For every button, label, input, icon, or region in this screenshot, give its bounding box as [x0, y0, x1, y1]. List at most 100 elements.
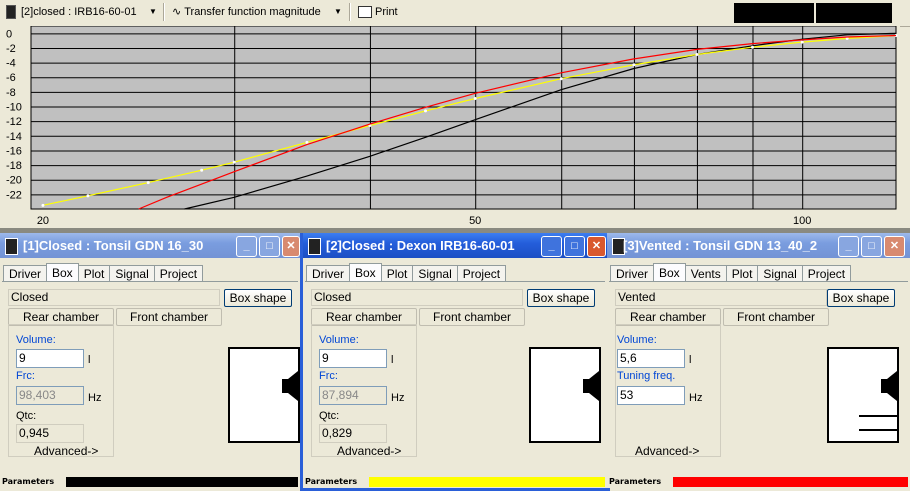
close-icon[interactable]: ✕	[884, 236, 905, 257]
graph-type-label: Transfer function magnitude	[184, 6, 321, 18]
series-point	[800, 40, 804, 44]
series-point	[41, 203, 45, 207]
volume-field[interactable]: 5,6	[617, 349, 685, 368]
transfer-function-chart[interactable]: 0 -2 -4 -6 -8 -10 -12 -14 -16 -18 -20 -22 20 50 100	[0, 26, 900, 228]
toolbar: [2]closed : IRB16-60-01 ▼ ∿ Transfer func…	[0, 0, 910, 27]
window-title: [3]Vented : Tonsil GDN 13_40_2	[623, 238, 818, 253]
curve-icon: ∿	[172, 6, 182, 18]
box-window-1[interactable]: [1]Closed : Tonsil GDN 16_30 _ □ ✕ Drive…	[0, 233, 300, 488]
box-panel: Closed Box shape Rear chamber Front cham…	[2, 281, 300, 474]
close-icon[interactable]: ✕	[282, 236, 300, 257]
frc-unit: Hz	[391, 392, 405, 404]
box-shape-preview	[228, 347, 300, 443]
vent-port-bottom	[859, 429, 897, 431]
printer-icon	[358, 6, 372, 19]
parameters-label: Parameters	[609, 477, 662, 486]
frc-unit: Hz	[88, 392, 102, 404]
graph-type-selector[interactable]: ∿ Transfer function magnitude	[172, 3, 321, 21]
box-panel: Closed Box shape Rear chamber Front cham…	[305, 281, 605, 474]
y-tick-label: -14	[6, 131, 22, 143]
advanced-link[interactable]: Advanced->	[337, 444, 401, 458]
speaker-cone-icon	[583, 371, 599, 401]
qtc-field: 0,829	[319, 424, 387, 443]
tuning-freq-field[interactable]: 53	[617, 386, 685, 405]
status-bar: Parameters	[303, 476, 607, 488]
status-bar: Parameters	[0, 476, 300, 488]
advanced-link[interactable]: Advanced->	[635, 444, 699, 458]
volume-unit: l	[689, 354, 692, 366]
minimize-icon[interactable]: _	[838, 236, 859, 257]
qtc-label: Qtc:	[319, 410, 340, 422]
window-titlebar[interactable]: [1]Closed : Tonsil GDN 16_30 _ □ ✕	[0, 233, 300, 258]
tab-strip: Driver Box Plot Signal Project	[3, 262, 204, 284]
box-window-3[interactable]: [3]Vented : Tonsil GDN 13_40_2 _ □ ✕ Dri…	[607, 233, 910, 488]
series-point	[750, 45, 754, 49]
series-point	[632, 63, 636, 67]
graph-type-dropdown-icon[interactable]: ▼	[332, 3, 344, 21]
toolbar-separator	[163, 3, 165, 21]
volume-label: Volume:	[16, 334, 56, 346]
box-type-display: Closed	[311, 289, 523, 306]
series-point	[423, 109, 427, 113]
minimize-icon[interactable]: _	[541, 236, 562, 257]
vented-box-icon	[859, 371, 897, 431]
volume-unit: l	[88, 354, 91, 366]
series-color-bar	[66, 477, 298, 487]
volume-field[interactable]: 9	[16, 349, 84, 368]
box-window-2[interactable]: [2]Closed : Dexon IRB16-60-01 _ □ ✕ Driv…	[300, 233, 610, 491]
plot-area	[30, 26, 897, 210]
series-point	[559, 77, 563, 81]
speaker-cone-icon	[282, 371, 298, 401]
box-panel: Vented Box shape Rear chamber Front cham…	[609, 281, 908, 474]
box-shape-preview	[529, 347, 601, 443]
box-shape-preview	[827, 347, 899, 443]
box-selector-dropdown-icon[interactable]: ▼	[147, 3, 159, 21]
speaker-icon	[308, 238, 321, 255]
readout-panel-left	[734, 3, 814, 23]
print-button[interactable]: Print	[358, 3, 398, 21]
y-tick-label: -20	[6, 175, 22, 187]
maximize-icon[interactable]: □	[861, 236, 882, 257]
y-tick-label: -10	[6, 102, 22, 114]
frc-field: 87,894	[319, 386, 387, 405]
maximize-icon[interactable]: □	[564, 236, 585, 257]
window-title: [1]Closed : Tonsil GDN 16_30	[23, 238, 204, 253]
maximize-icon[interactable]: □	[259, 236, 280, 257]
x-tick-label: 50	[469, 215, 481, 227]
minimize-icon[interactable]: _	[236, 236, 257, 257]
y-tick-label: -16	[6, 145, 22, 157]
close-icon[interactable]: ✕	[587, 236, 606, 257]
parameters-label: Parameters	[305, 477, 358, 486]
parameters-label: Parameters	[2, 477, 55, 486]
speaker-icon	[5, 238, 18, 255]
series-color-bar	[673, 477, 908, 487]
window-titlebar[interactable]: [2]Closed : Dexon IRB16-60-01 _ □ ✕	[303, 233, 607, 258]
box-shape-button[interactable]: Box shape	[827, 289, 895, 307]
front-chamber-button[interactable]: Front chamber	[116, 308, 222, 326]
box-shape-button[interactable]: Box shape	[527, 289, 595, 307]
readout-panel-right	[816, 3, 892, 23]
x-tick-label: 100	[793, 215, 811, 227]
front-chamber-button[interactable]: Front chamber	[723, 308, 829, 326]
y-tick-label: -2	[6, 43, 16, 55]
series-point	[86, 194, 90, 198]
series-point	[695, 53, 699, 57]
volume-field[interactable]: 9	[319, 349, 387, 368]
series-point	[232, 160, 236, 164]
front-chamber-button[interactable]: Front chamber	[419, 308, 525, 326]
box-selector[interactable]: [2]closed : IRB16-60-01	[6, 3, 137, 21]
series-color-bar	[369, 477, 605, 487]
series-point	[473, 96, 477, 100]
frc-label: Frc:	[319, 370, 338, 382]
frc-field: 98,403	[16, 386, 84, 405]
advanced-link[interactable]: Advanced->	[34, 444, 98, 458]
box-type-display: Vented	[615, 289, 827, 306]
window-titlebar[interactable]: [3]Vented : Tonsil GDN 13_40_2 _ □ ✕	[607, 233, 910, 258]
box-shape-button[interactable]: Box shape	[224, 289, 292, 307]
frc-label: Frc:	[16, 370, 35, 382]
volume-label: Volume:	[319, 334, 359, 346]
tuning-freq-unit: Hz	[689, 392, 703, 404]
qtc-label: Qtc:	[16, 410, 37, 422]
tab-strip: Driver Box Vents Plot Signal Project	[610, 262, 852, 284]
y-tick-label: -22	[6, 189, 22, 201]
